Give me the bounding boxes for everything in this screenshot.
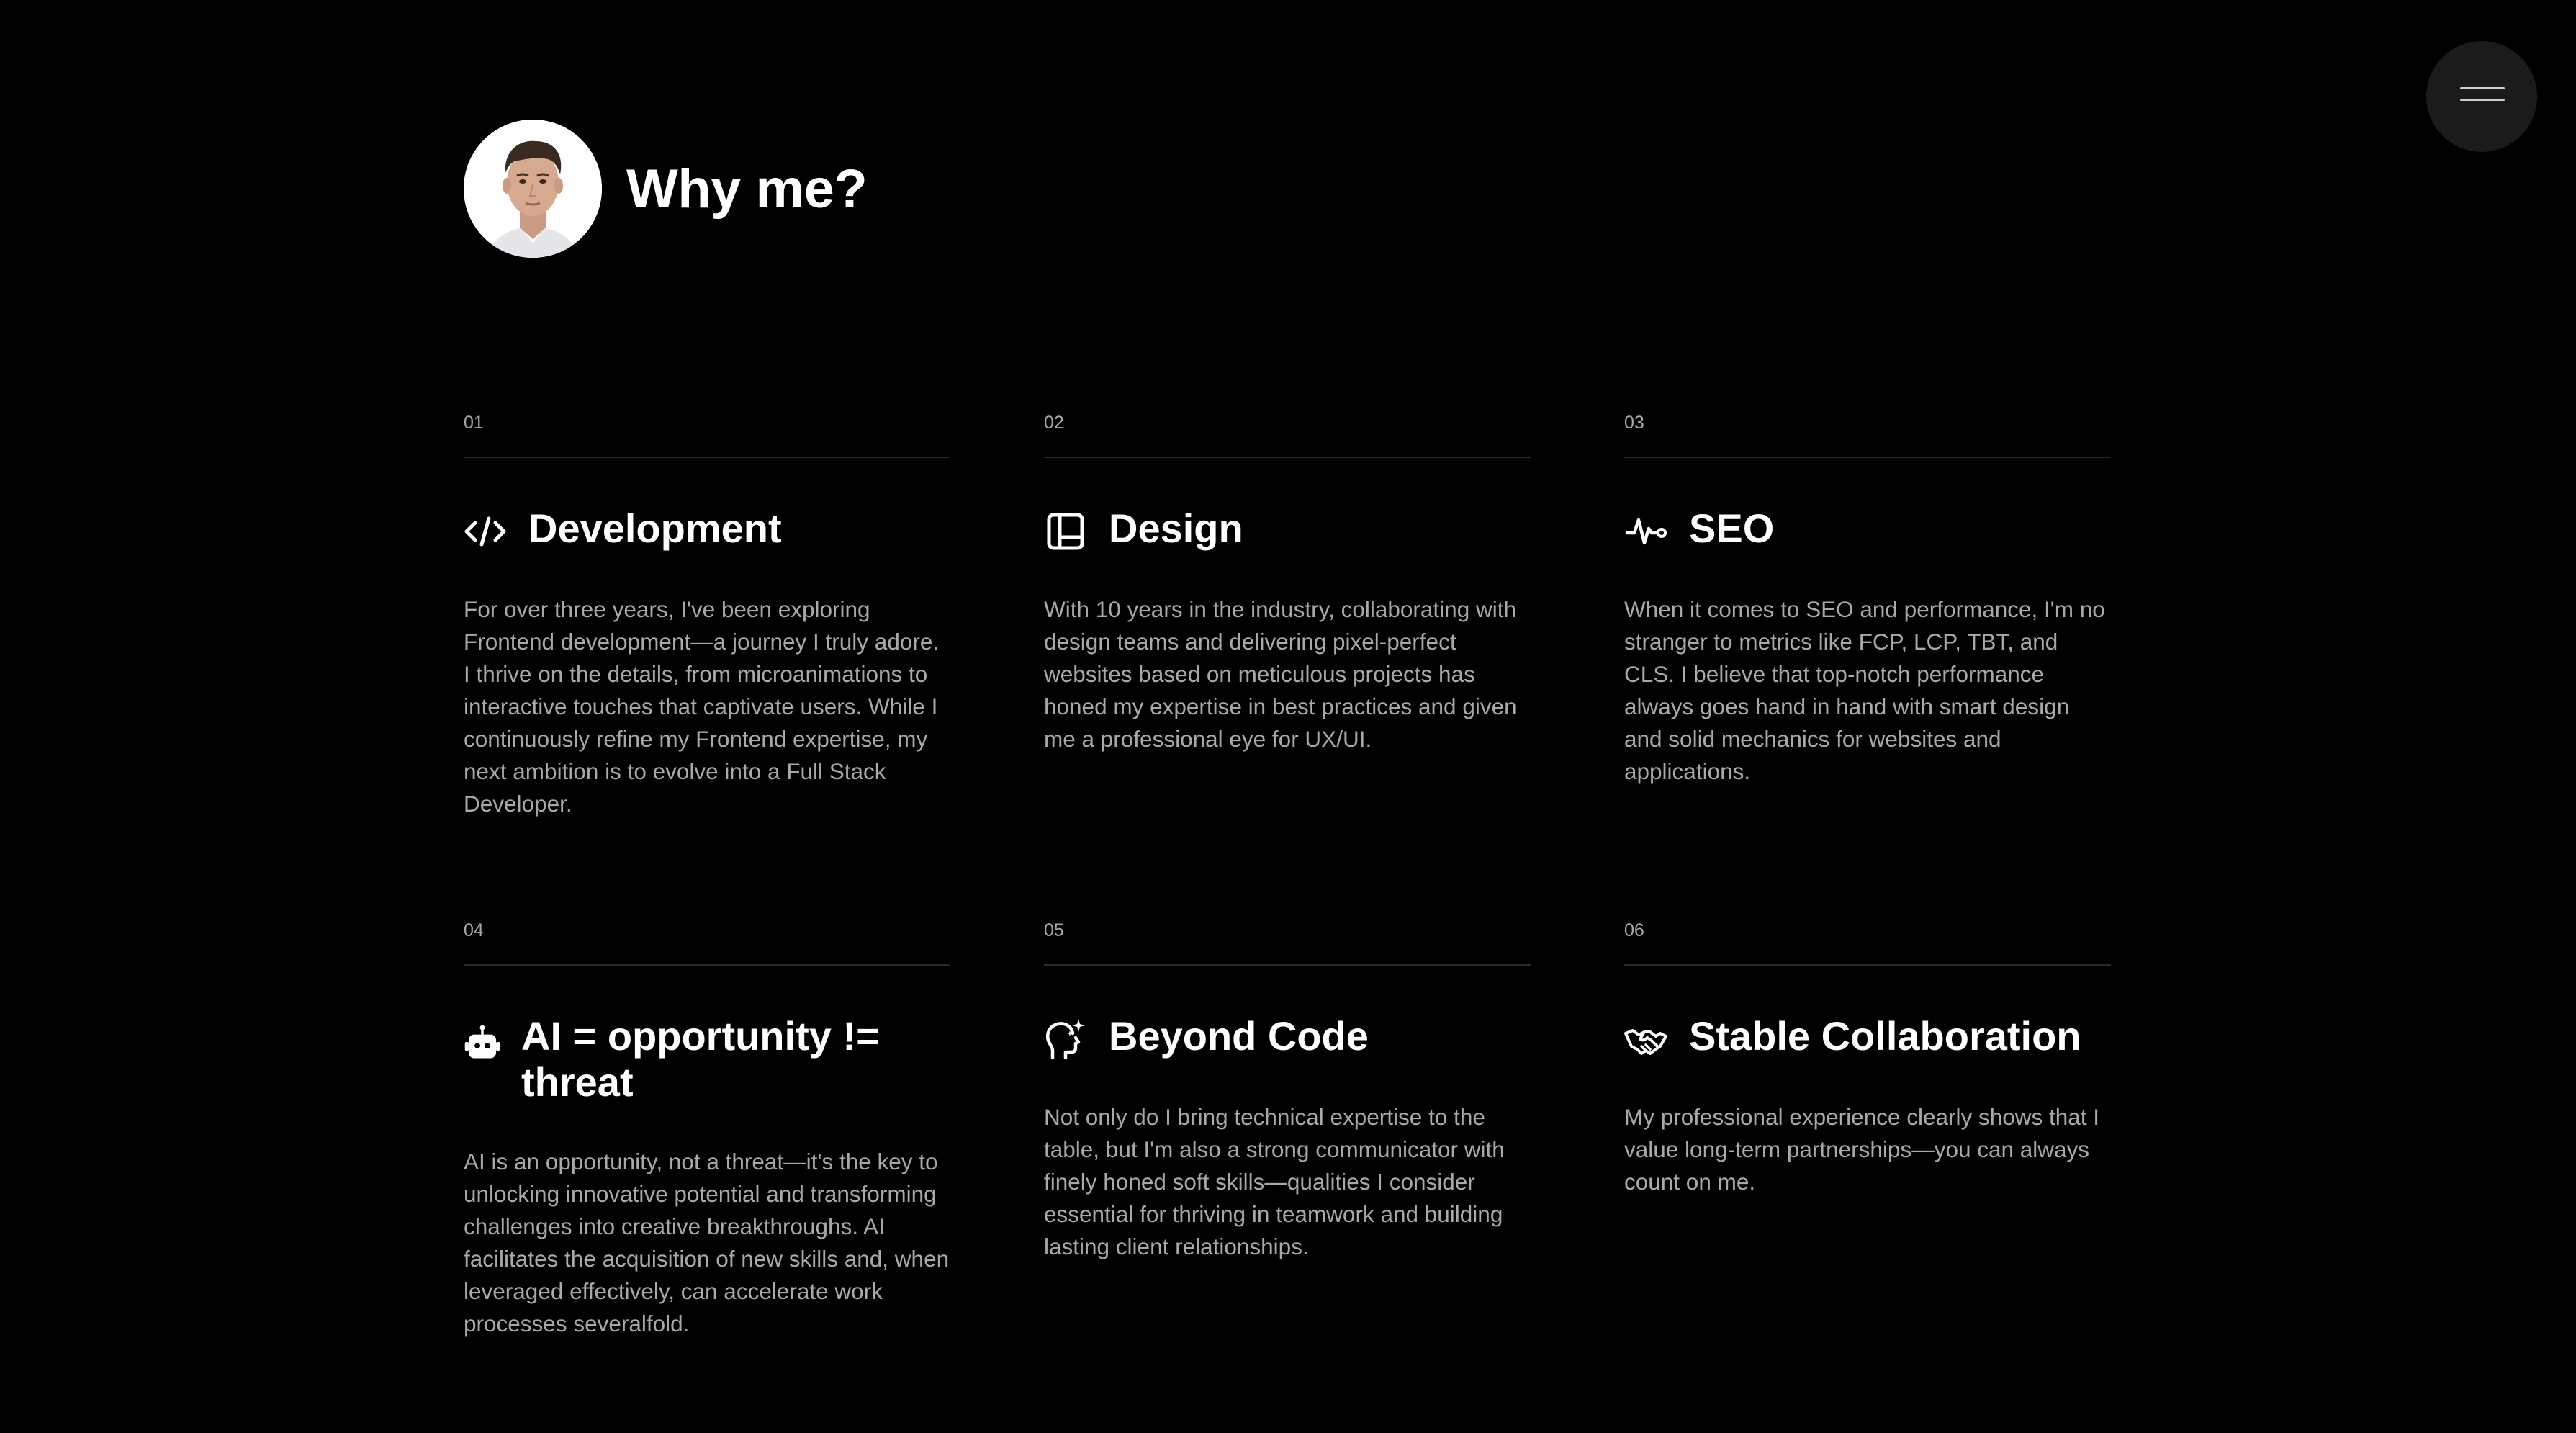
card-title: Development <box>528 506 782 551</box>
divider <box>1624 457 2111 458</box>
hamburger-menu-icon-line <box>2460 99 2505 101</box>
card-description: My professional experience clearly shows… <box>1624 1104 2100 1195</box>
card-description: With 10 years in the industry, collabora… <box>1044 596 1517 752</box>
head-sparkle-icon <box>1044 1018 1087 1061</box>
card-number: 01 <box>464 413 484 433</box>
menu-button[interactable] <box>2426 41 2537 152</box>
avatar <box>464 120 602 258</box>
card-number: 02 <box>1044 413 1064 433</box>
card-title: Design <box>1109 506 1243 551</box>
code-icon <box>464 510 507 553</box>
card-title: Stable Collaboration <box>1689 1013 2081 1059</box>
card-title: Beyond Code <box>1109 1013 1369 1059</box>
card-header: Stable Collaboration <box>1624 1013 2111 1061</box>
page: Why me? 01 Development For over three ye… <box>0 0 2576 1433</box>
hamburger-menu-icon <box>2460 87 2505 89</box>
feature-card-seo: 03 SEO When it comes to SEO and performa… <box>1624 410 2111 918</box>
divider <box>1044 457 1531 458</box>
divider <box>1624 964 2111 966</box>
feature-card-beyond-code: 05 Beyond Code Not only do I bring techn… <box>1044 918 1531 1426</box>
card-description: Not only do I bring technical expertise … <box>1044 1104 1505 1259</box>
card-number: 05 <box>1044 920 1064 940</box>
handshake-icon <box>1624 1018 1667 1061</box>
card-description: AI is an opportunity, not a threat—it's … <box>464 1149 950 1337</box>
card-description: For over three years, I've been explorin… <box>464 596 940 817</box>
card-header: Beyond Code <box>1044 1013 1531 1061</box>
divider <box>1044 964 1531 966</box>
pulse-icon <box>1624 510 1667 553</box>
page-title: Why me? <box>626 158 868 220</box>
section-header: Why me? <box>464 120 868 258</box>
card-number: 06 <box>1624 920 1644 940</box>
portrait-avatar <box>464 120 602 258</box>
card-header: AI = opportunity != threat <box>464 1013 950 1105</box>
features-grid: 01 Development For over three years, I'v… <box>464 410 2112 1426</box>
feature-card-stable-collaboration: 06 Stable Collaboration My professional … <box>1624 918 2111 1426</box>
card-header: Development <box>464 506 950 553</box>
feature-card-ai: 04 AI = opportunity != threat AI is an o… <box>464 918 950 1426</box>
divider <box>464 964 950 966</box>
card-title: SEO <box>1689 506 1775 551</box>
card-header: Design <box>1044 506 1531 553</box>
card-number: 04 <box>464 920 484 940</box>
layout-icon <box>1044 510 1087 553</box>
feature-card-design: 02 Design With 10 years in the industry,… <box>1044 410 1531 918</box>
card-title: AI = opportunity != threat <box>521 1013 880 1105</box>
card-header: SEO <box>1624 506 2111 553</box>
feature-card-development: 01 Development For over three years, I'v… <box>464 410 950 918</box>
card-number: 03 <box>1624 413 1644 433</box>
card-description: When it comes to SEO and performance, I'… <box>1624 596 2105 784</box>
divider <box>464 457 950 458</box>
robot-icon <box>464 1023 501 1061</box>
